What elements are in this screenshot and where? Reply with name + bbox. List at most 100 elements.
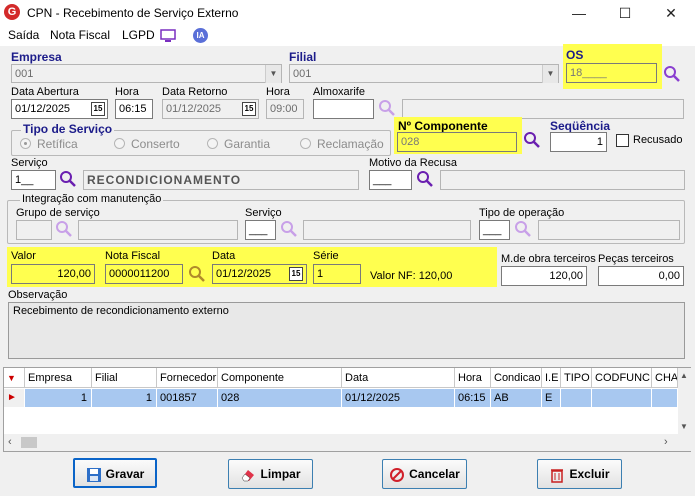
- tipo-servico-label: Tipo de Serviço: [21, 122, 115, 136]
- scroll-thumb[interactable]: [21, 437, 37, 448]
- os-label: OS: [566, 48, 584, 62]
- scroll-down-icon[interactable]: ▼: [680, 422, 688, 431]
- grid-header: ▼ Empresa Filial Fornecedor Componente D…: [4, 368, 678, 388]
- menu-saida[interactable]: Saída: [8, 28, 39, 42]
- eraser-icon: [242, 469, 255, 482]
- col-data[interactable]: Data: [342, 368, 455, 388]
- search-icon[interactable]: [523, 131, 541, 149]
- hora-label: Hora: [115, 86, 139, 98]
- cell-filial: 1: [92, 389, 157, 407]
- empresa-select[interactable]: 001: [11, 64, 282, 83]
- grid-indicator-header: ▼: [4, 368, 25, 388]
- window-title: CPN - Recebimento de Serviço Externo: [27, 6, 239, 20]
- servico-input[interactable]: 1__: [11, 170, 56, 190]
- cell-ie: E: [542, 389, 561, 407]
- gravar-button[interactable]: Gravar: [73, 458, 157, 488]
- calendar-icon[interactable]: 15: [91, 102, 105, 116]
- sequencia-input[interactable]: 1: [550, 132, 607, 152]
- search-icon[interactable]: [59, 170, 77, 188]
- col-empresa[interactable]: Empresa: [25, 368, 92, 388]
- servico-label: Serviço: [11, 157, 48, 169]
- save-icon: [86, 467, 101, 482]
- tipo-operacao-input[interactable]: ___: [479, 220, 510, 240]
- minimize-button[interactable]: —: [556, 0, 602, 26]
- integracao-servico-label: Serviço: [245, 207, 282, 219]
- radio-reclamacao[interactable]: [300, 138, 311, 149]
- grupo-servico-desc: [78, 220, 238, 240]
- table-row[interactable]: ► 1 1 001857 028 01/12/2025 06:15 AB E: [4, 389, 678, 407]
- serie-label: Série: [313, 250, 339, 262]
- search-icon[interactable]: [280, 220, 298, 238]
- search-icon[interactable]: [378, 99, 396, 117]
- trash-icon: [551, 469, 564, 483]
- integracao-label: Integração com manutenção: [20, 193, 164, 205]
- col-tipo[interactable]: TIPO: [561, 368, 592, 388]
- radio-retifica[interactable]: [20, 138, 31, 149]
- integracao-servico-input[interactable]: ___: [245, 220, 276, 240]
- valor-input[interactable]: 120,00: [11, 264, 95, 284]
- empresa-value: 001: [15, 68, 34, 80]
- radio-garantia-label: Garantia: [224, 137, 271, 151]
- calendar-icon[interactable]: 15: [289, 267, 303, 281]
- horizontal-scrollbar[interactable]: ‹ ›: [4, 434, 691, 451]
- title-bar: G CPN - Recebimento de Serviço Externo —…: [0, 0, 695, 26]
- mo-terceiros-input[interactable]: 120,00: [501, 266, 587, 286]
- radio-conserto[interactable]: [114, 138, 125, 149]
- col-componente[interactable]: Componente: [218, 368, 342, 388]
- excluir-button[interactable]: Excluir: [537, 459, 622, 489]
- menu-lgpd[interactable]: LGPD: [122, 28, 155, 42]
- pecas-terceiros-input[interactable]: 0,00: [598, 266, 684, 286]
- col-codfunc[interactable]: CODFUNC: [592, 368, 652, 388]
- calendar-icon[interactable]: 15: [242, 102, 256, 116]
- maximize-button[interactable]: ☐: [602, 0, 648, 26]
- componente-label: Nº Componente: [398, 119, 488, 133]
- hora-input[interactable]: 06:15: [115, 99, 153, 119]
- ia-icon[interactable]: IA: [193, 28, 208, 43]
- empresa-label: Empresa: [11, 50, 62, 64]
- vertical-scrollbar[interactable]: ▲ ▼: [678, 368, 691, 434]
- grupo-servico-input[interactable]: [16, 220, 52, 240]
- col-condicao[interactable]: Condicao: [491, 368, 542, 388]
- search-icon[interactable]: [188, 265, 206, 283]
- cancelar-button[interactable]: Cancelar: [382, 459, 467, 489]
- scroll-up-icon[interactable]: ▲: [680, 371, 688, 380]
- recusado-label: Recusado: [633, 134, 683, 146]
- observacao-textarea[interactable]: Recebimento de recondicionamento externo: [8, 302, 685, 359]
- nota-fiscal-input[interactable]: 0000011200: [105, 264, 183, 284]
- cell-hora: 06:15: [455, 389, 491, 407]
- radio-retifica-label: Retífica: [37, 137, 78, 151]
- recusado-checkbox[interactable]: [616, 134, 629, 147]
- search-icon[interactable]: [514, 220, 532, 238]
- search-icon[interactable]: [55, 220, 73, 238]
- os-input[interactable]: 18____: [566, 63, 657, 83]
- almoxarife-input[interactable]: [313, 99, 374, 119]
- observacao-label: Observação: [8, 289, 68, 301]
- scroll-right-icon[interactable]: ›: [664, 436, 668, 448]
- chevron-down-icon[interactable]: ▼: [265, 65, 281, 83]
- cancel-icon: [390, 467, 405, 482]
- data-abertura-label: Data Abertura: [11, 86, 79, 98]
- monitor-icon[interactable]: [160, 29, 176, 43]
- observacao-value: Recebimento de recondicionamento externo: [13, 305, 229, 317]
- motivo-recusa-desc: [440, 170, 685, 190]
- col-filial[interactable]: Filial: [92, 368, 157, 388]
- search-icon[interactable]: [663, 65, 681, 83]
- chevron-down-icon[interactable]: ▼: [542, 65, 558, 83]
- componente-input[interactable]: 028: [397, 132, 517, 152]
- valor-nf-text: Valor NF: 120,00: [370, 270, 453, 282]
- filial-select[interactable]: 001: [289, 64, 559, 83]
- col-cha[interactable]: CHA: [652, 368, 678, 388]
- serie-input[interactable]: 1: [313, 264, 361, 284]
- col-hora[interactable]: Hora: [455, 368, 491, 388]
- motivo-recusa-input[interactable]: ___: [369, 170, 412, 190]
- radio-garantia[interactable]: [207, 138, 218, 149]
- hora2-input[interactable]: 09:00: [266, 99, 304, 119]
- limpar-button[interactable]: Limpar: [228, 459, 313, 489]
- col-ie[interactable]: I.E: [542, 368, 561, 388]
- scroll-left-icon[interactable]: ‹: [8, 436, 12, 448]
- col-fornecedor[interactable]: Fornecedor: [157, 368, 218, 388]
- search-icon[interactable]: [416, 170, 434, 188]
- cell-condicao: AB: [491, 389, 542, 407]
- close-button[interactable]: ✕: [648, 0, 694, 26]
- menu-nota-fiscal[interactable]: Nota Fiscal: [50, 28, 110, 42]
